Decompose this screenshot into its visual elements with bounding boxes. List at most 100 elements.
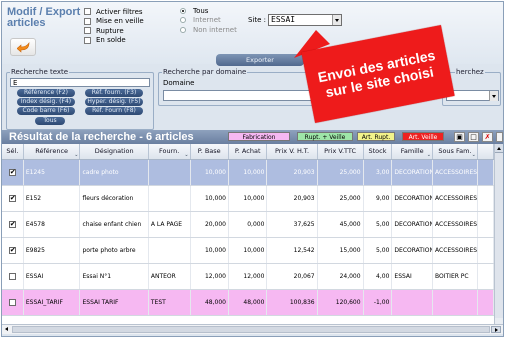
filter-rupture[interactable]: Rupture <box>84 26 144 35</box>
radio-label: Tous <box>193 6 209 15</box>
internet-radio-group: Tous Internet Non internet <box>180 6 237 35</box>
cell-extra <box>477 159 494 186</box>
search-input[interactable]: E <box>10 78 150 87</box>
cell-prix-ttc: 15,000 <box>317 237 364 264</box>
radio-non-internet[interactable]: Non internet <box>180 25 237 35</box>
radio-button[interactable] <box>180 26 186 33</box>
checkbox[interactable] <box>84 27 91 34</box>
table-row[interactable]: ESSAI_TARIF ESSAI TARIF TEST 48,000 48,000 10… <box>2 289 494 316</box>
page-title: Modif / Export articles <box>7 7 80 29</box>
export-icon[interactable] <box>496 132 503 142</box>
cell-prix-ttc: 25,000 <box>317 159 364 186</box>
col-p-achat[interactable]: P. Achat <box>228 144 268 160</box>
scroll-thumb[interactable] <box>495 153 503 318</box>
filter-veille[interactable]: Mise en veille <box>84 17 144 26</box>
search-ref-fourn-f8-button[interactable]: Réf. Fourn (F8) <box>85 107 143 115</box>
cell-reference: E9825 <box>23 237 81 264</box>
checkbox[interactable] <box>84 36 91 44</box>
chevron-down-icon[interactable] <box>489 91 498 101</box>
cell-p-achat: 10,000 <box>228 237 268 264</box>
cell-prix-ttc: 120,600 <box>317 289 364 316</box>
checkbox[interactable] <box>84 17 91 25</box>
cell-extra <box>477 263 494 290</box>
export-button[interactable]: Exporter <box>216 54 304 66</box>
row-checkbox[interactable] <box>8 246 16 254</box>
chevron-down-icon[interactable] <box>332 15 342 25</box>
site-selector: Site : ESSAI <box>248 14 343 26</box>
filter-activer[interactable]: Activer filtres <box>84 7 144 16</box>
search-code-barre-button[interactable]: Code barre (F6) <box>17 107 75 115</box>
search-hyper-button[interactable]: Hyper. désig. (F5) <box>85 98 143 106</box>
radio-internet[interactable]: Internet <box>180 16 237 26</box>
table-row[interactable]: E9825porte photo arbre10,00010,00012,542… <box>2 237 494 264</box>
col-stock[interactable]: Stock <box>363 144 393 160</box>
radio-button[interactable] <box>180 7 186 14</box>
col-sel[interactable]: Sél. <box>2 144 24 160</box>
radio-label: Internet <box>193 16 221 25</box>
cell-prix-ht: 12,542 <box>266 237 318 264</box>
site-dropdown[interactable]: ESSAI <box>268 14 343 26</box>
row-select-cell <box>2 211 24 238</box>
search-all-button[interactable]: Tous <box>35 117 65 125</box>
table-row[interactable]: E4578chaise enfant chienA LA PAGE20,0000… <box>2 211 494 238</box>
cell-p-achat: 10,000 <box>228 159 268 186</box>
other-search-title: herchez <box>455 68 485 76</box>
radio-button[interactable] <box>180 17 186 24</box>
radio-tous[interactable]: Tous <box>180 6 237 16</box>
sort-icon: ⌄ <box>426 151 431 158</box>
col-fourn[interactable]: Fourn. ⌄ <box>148 144 191 160</box>
row-checkbox[interactable] <box>8 194 16 202</box>
search-index-button[interactable]: Index désig. (F4) <box>17 98 75 106</box>
cell-famille <box>391 289 433 316</box>
checkbox[interactable] <box>84 8 91 15</box>
search-reference-button[interactable]: Référence (F2) <box>17 89 75 97</box>
col-prix-ht[interactable]: Prix V. H.T. <box>266 144 318 160</box>
cell-prix-ttc: 24,000 <box>317 263 364 290</box>
copy-icon[interactable]: ▣ <box>454 132 465 142</box>
legend-fabrication: Fabrication <box>228 132 290 141</box>
col-prix-ttc[interactable]: Prix V.TTC <box>317 144 364 160</box>
cell-p-base: 10,000 <box>190 159 229 186</box>
cell-p-base: 12,000 <box>190 263 229 290</box>
cell-reference: E1245 <box>23 159 81 186</box>
row-checkbox[interactable] <box>8 298 16 306</box>
cell-p-achat: 48,000 <box>228 289 268 316</box>
scroll-thumb[interactable] <box>12 326 490 333</box>
cell-stock: -1,00 <box>363 289 393 316</box>
search-value: E <box>13 79 18 87</box>
cell-stock: 9,00 <box>363 185 393 212</box>
col-sous-fam[interactable]: Sous Fam. ⌄ <box>432 144 478 160</box>
print-icon[interactable]: □ <box>468 132 479 142</box>
cell-extra <box>477 289 494 316</box>
legend-rupt-veille: Rupt. + Veille <box>297 132 353 141</box>
col-designation[interactable]: Désignation <box>79 144 149 160</box>
scroll-up-icon[interactable] <box>495 144 503 153</box>
row-checkbox[interactable] <box>8 220 16 228</box>
filter-label: En solde <box>96 36 126 44</box>
cell-prix-ttc: 25,000 <box>317 185 364 212</box>
horizontal-scrollbar[interactable] <box>2 324 503 334</box>
table-row[interactable]: E152fleurs décoration10,00010,00020,9032… <box>2 185 494 212</box>
cell-famille: DECORATION <box>391 185 433 212</box>
vertical-scrollbar[interactable] <box>494 144 503 324</box>
scroll-left-icon[interactable] <box>3 326 11 333</box>
filter-label: Mise en veille <box>96 17 144 25</box>
legend-art-veille: Art. Veille <box>402 132 444 141</box>
row-checkbox[interactable] <box>8 272 16 280</box>
col-reference[interactable]: Référence ⌄ <box>23 144 81 160</box>
col-famille[interactable]: Famille ⌄ <box>391 144 433 160</box>
row-checkbox[interactable] <box>8 168 16 176</box>
delete-icon[interactable]: ✗ <box>482 132 493 142</box>
scroll-right-icon[interactable] <box>491 326 501 333</box>
legend-art-rupt: Art. Rupt. <box>357 132 395 141</box>
filter-solde[interactable]: En solde <box>84 36 144 45</box>
text-search-group: Recherche texte E Référence (F2) Réf. fo… <box>6 68 154 130</box>
back-button[interactable] <box>10 38 36 56</box>
search-ref-fourn-button[interactable]: Réf. fourn. (F3) <box>85 89 143 97</box>
table-row[interactable]: E1245cadre photo10,00010,00020,90325,000… <box>2 159 494 186</box>
col-p-base[interactable]: P. Base <box>190 144 229 160</box>
cell-stock: 5,00 <box>363 237 393 264</box>
table-row[interactable]: ESSAI Essai N°1 ANTEOR 12,000 12,000 20,067 24… <box>2 263 494 290</box>
row-select-cell <box>2 185 24 212</box>
domain-search-title: Recherche par domaine <box>162 68 248 76</box>
